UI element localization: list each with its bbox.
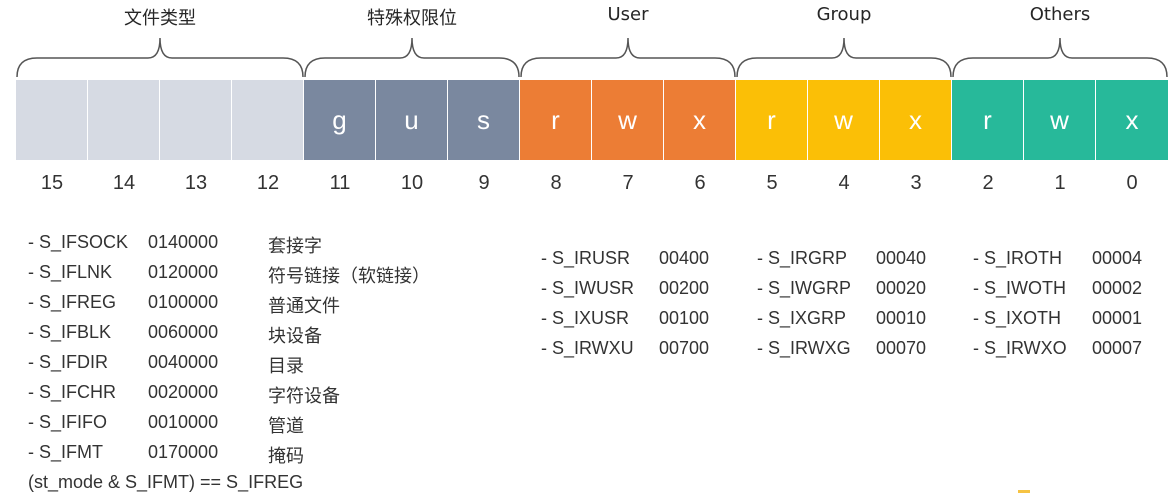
bit-index: 6 bbox=[694, 172, 706, 194]
group-brace bbox=[736, 37, 952, 78]
list-item-value: 0120000 bbox=[148, 262, 219, 282]
list-item-value: 00002 bbox=[1092, 278, 1143, 298]
bit-cell: r bbox=[952, 80, 1024, 160]
bit-cell: r bbox=[520, 80, 592, 160]
list-item-name: - S_IFLNK bbox=[28, 262, 113, 282]
bit-cell: w bbox=[592, 80, 664, 160]
list-item-name: - S_IWUSR bbox=[541, 278, 635, 298]
bit-cell: u bbox=[376, 80, 448, 160]
list-item-desc: 普通文件 bbox=[268, 296, 340, 316]
bit-cell: w bbox=[1024, 80, 1096, 160]
bit-cell bbox=[88, 80, 160, 160]
bit-index: 12 bbox=[256, 172, 280, 194]
bit-index: 5 bbox=[766, 172, 778, 194]
list-item-value: 0170000 bbox=[148, 442, 219, 462]
list-item-value: 00070 bbox=[876, 338, 927, 358]
list-item-desc: 符号链接（软链接） bbox=[268, 266, 430, 286]
list-item-name: - S_IXOTH bbox=[973, 308, 1062, 328]
bit-index-row: 15 14 13 12 11 10 9 8 7 6 5 4 3 2 1 0 bbox=[16, 172, 1168, 195]
list-item-name: - S_IFBLK bbox=[28, 322, 112, 342]
bit-index: 7 bbox=[622, 172, 634, 194]
bit-cell: x bbox=[664, 80, 736, 160]
bit-index: 11 bbox=[329, 172, 351, 194]
list-item-name: - S_IXGRP bbox=[757, 308, 847, 328]
group-brace bbox=[520, 37, 736, 78]
group-brace bbox=[16, 37, 304, 78]
bit-index: 14 bbox=[112, 172, 136, 194]
list-item-value: 00400 bbox=[659, 248, 710, 268]
list-item-name: - S_IROTH bbox=[973, 248, 1063, 268]
group-label: User bbox=[607, 4, 649, 25]
bit-index: 3 bbox=[910, 172, 922, 194]
list-item-value: 0020000 bbox=[148, 382, 219, 402]
bit-cell: x bbox=[880, 80, 952, 160]
list-item-name: - S_IFCHR bbox=[28, 382, 117, 402]
list-item-value: 00040 bbox=[876, 248, 927, 268]
list-item-name: - S_IXUSR bbox=[541, 308, 630, 328]
bit-index: 10 bbox=[400, 172, 424, 194]
list-item-name: - S_IFSOCK bbox=[28, 232, 129, 252]
group-label: Others bbox=[1029, 4, 1091, 25]
bit-cell: s bbox=[448, 80, 520, 160]
group-brace bbox=[304, 37, 520, 78]
list-item-desc: 目录 bbox=[268, 356, 304, 376]
list-item-value: 00001 bbox=[1092, 308, 1143, 328]
list-item-value: 00200 bbox=[659, 278, 710, 298]
bit-index: 8 bbox=[550, 172, 562, 194]
bit-cell: g bbox=[304, 80, 376, 160]
bit-cell: r bbox=[736, 80, 808, 160]
list-item-value: 00700 bbox=[659, 338, 710, 358]
list-item-value: 0040000 bbox=[148, 352, 219, 372]
list-item-name: - S_IFIFO bbox=[28, 412, 108, 432]
bit-cell bbox=[232, 80, 304, 160]
list-item-desc: 块设备 bbox=[268, 326, 322, 346]
list-item-value: 0140000 bbox=[148, 232, 219, 252]
group-label: 特殊权限位 bbox=[367, 8, 457, 29]
list-item-name: - S_IRUSR bbox=[541, 248, 631, 268]
list-item-name: - S_IWGRP bbox=[757, 278, 852, 298]
bit-index: 9 bbox=[478, 172, 490, 194]
list-item-desc: 套接字 bbox=[268, 236, 322, 256]
list-item-value: 00010 bbox=[876, 308, 927, 328]
list-item-name: - S_IRWXU bbox=[541, 338, 634, 358]
list-item-value: 00004 bbox=[1092, 248, 1143, 268]
group-brace bbox=[952, 37, 1168, 78]
list-item-name: - S_IFREG bbox=[28, 292, 117, 312]
mask-expression: (st_mode & S_IFMT) == S_IFREG bbox=[28, 472, 304, 492]
bit-index: 13 bbox=[184, 172, 208, 194]
bit-cell: w bbox=[808, 80, 880, 160]
list-item-name: - S_IFMT bbox=[28, 442, 103, 462]
list-item-desc: 管道 bbox=[268, 416, 304, 436]
bit-cell bbox=[16, 80, 88, 160]
group-label: 文件类型 bbox=[124, 8, 196, 29]
list-item-name: - S_IRWXG bbox=[757, 338, 851, 358]
group-label: Group bbox=[816, 4, 872, 25]
list-item-name: - S_IRWXO bbox=[973, 338, 1067, 358]
list-item-desc: 掩码 bbox=[268, 446, 304, 466]
list-item-value: 00007 bbox=[1092, 338, 1143, 358]
list-item-name: - S_IWOTH bbox=[973, 278, 1066, 298]
list-item-desc: 字符设备 bbox=[268, 386, 340, 406]
list-item-value: 0060000 bbox=[148, 322, 219, 342]
list-item-name: - S_IRGRP bbox=[757, 248, 848, 268]
list-item-value: 0100000 bbox=[148, 292, 219, 312]
list-item-value: 0010000 bbox=[148, 412, 219, 432]
list-item-value: 00100 bbox=[659, 308, 710, 328]
bit-index: 2 bbox=[982, 172, 994, 194]
bit-index: 4 bbox=[838, 172, 850, 194]
bit-cell bbox=[160, 80, 232, 160]
bit-cells-row: gusrwxrwxrwx bbox=[16, 80, 1168, 160]
list-item-name: - S_IFDIR bbox=[28, 352, 109, 372]
bit-cell: x bbox=[1096, 80, 1168, 160]
list-item-value: 00020 bbox=[876, 278, 927, 298]
bit-index: 1 bbox=[1054, 172, 1066, 194]
bit-index: 0 bbox=[1126, 172, 1138, 194]
bit-index: 15 bbox=[40, 172, 64, 194]
